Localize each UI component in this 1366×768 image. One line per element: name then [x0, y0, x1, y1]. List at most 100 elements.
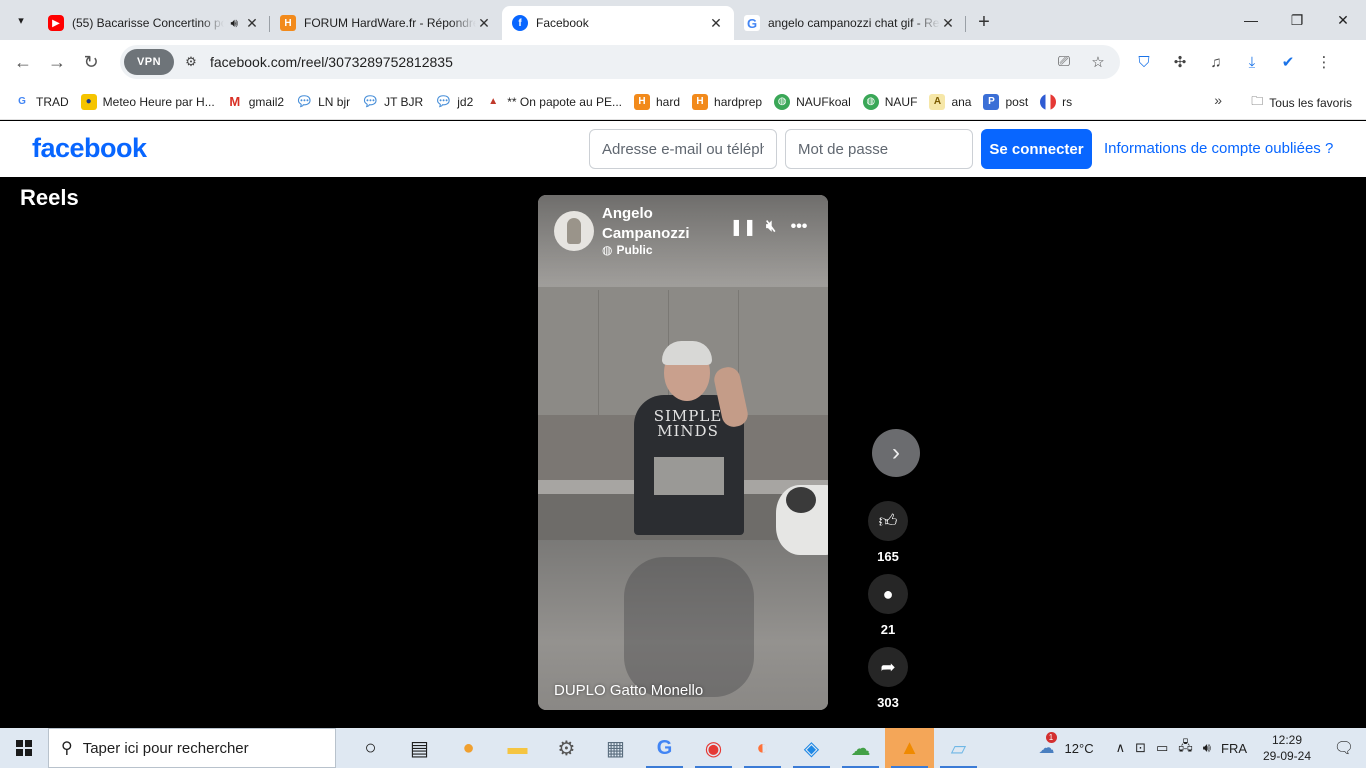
thumbs-up-icon[interactable]: 👍︎ — [868, 501, 908, 541]
bookmark-item[interactable]: Aana — [925, 88, 979, 116]
reel-caption[interactable]: DUPLO Gatto Monello — [554, 682, 703, 699]
like-action: 👍︎ 165 — [868, 501, 908, 564]
weather-cloud-icon[interactable]: ☁ 1 — [1034, 732, 1060, 758]
taskbar-app-button[interactable]: ▦ — [591, 728, 640, 768]
taskbar-app-button[interactable]: G — [640, 728, 689, 768]
taskbar-app-button[interactable]: ◈ — [787, 728, 836, 768]
chat-bubble-icon: 💬︎ — [295, 93, 313, 110]
bookmark-item[interactable]: ● Meteo Heure par H... — [77, 88, 223, 116]
site-info-icon[interactable]: ⚙ — [178, 49, 204, 75]
volume-icon[interactable]: 🔊︎ — [1198, 740, 1216, 756]
avatar[interactable] — [554, 211, 594, 251]
notification-icon[interactable]: 🗨︎ — [1322, 738, 1366, 758]
download-icon[interactable]: ⤓ — [1236, 46, 1268, 78]
reload-button[interactable]: ↻ — [74, 45, 108, 79]
bookmark-item[interactable]: G TRAD — [10, 88, 77, 116]
tab-search-button[interactable]: ▾ — [8, 7, 34, 33]
bookmark-item[interactable]: 💬︎ LN bjr — [292, 88, 358, 116]
taskbar-app-button[interactable]: ○ — [346, 728, 395, 768]
more-menu-icon[interactable]: ⋮ — [1308, 46, 1340, 78]
bookmark-item[interactable]: ◍ NAUF — [859, 88, 926, 116]
taskbar-app-button[interactable]: ▤ — [395, 728, 444, 768]
share-arrow-icon[interactable]: ➦ — [868, 647, 908, 687]
clock[interactable]: 12:29 29-09-24 — [1252, 732, 1322, 764]
taskbar-app-button[interactable]: ▬ — [493, 728, 542, 768]
windows-logo-icon — [16, 740, 32, 756]
taskbar-app-button[interactable]: ● — [444, 728, 493, 768]
media-control-icon[interactable]: ♫ — [1200, 46, 1232, 78]
hardware-icon: H — [634, 93, 650, 110]
taskbar-app-button[interactable]: ☁ — [836, 728, 885, 768]
address-bar[interactable]: VPN ⚙ facebook.com/reel/3073289752812835… — [120, 45, 1120, 79]
start-button[interactable] — [0, 728, 48, 768]
next-reel-button[interactable]: › — [872, 429, 920, 477]
bookmark-star-icon[interactable]: ☆ — [1086, 53, 1110, 71]
bookmark-item[interactable]: 💬︎ JT BJR — [358, 88, 431, 116]
taskbar-apps: ○ ▤ ● ▬ ⚙ ▦ G ◉ ◐ ◈ ☁ ▲ ▱ — [346, 728, 983, 768]
battery-icon[interactable]: ▭ — [1151, 740, 1173, 756]
chat-bubble-icon: 💬︎ — [361, 93, 379, 110]
bookmark-label: ** On papote au PE... — [507, 94, 622, 109]
muted-speaker-icon[interactable]: 🔇︎ — [759, 215, 783, 239]
close-window-button[interactable]: ✕ — [1320, 0, 1366, 40]
pause-icon[interactable]: ❚❚ — [730, 215, 757, 239]
taskbar-app-button[interactable]: ◐ — [738, 728, 787, 768]
password-field[interactable] — [785, 129, 973, 169]
bookmark-item[interactable]: Hhardprep — [688, 88, 770, 116]
speaker-icon[interactable]: 🔊︎ — [230, 16, 238, 31]
vpn-badge[interactable]: VPN — [124, 49, 174, 75]
restore-button[interactable]: ❐ — [1274, 0, 1320, 40]
puzzle-extensions-icon[interactable]: ✣ — [1164, 46, 1196, 78]
url-text[interactable]: facebook.com/reel/3073289752812835 — [210, 54, 1052, 70]
install-app-icon[interactable]: ⎚ — [1052, 53, 1076, 71]
tab-title: (55) Bacarisse Concertino pour trompette — [72, 16, 225, 30]
forgot-account-link[interactable]: Informations de compte oubliées ? — [1104, 140, 1333, 157]
taskbar-search-box[interactable]: ⚲ Taper ici pour rechercher — [48, 728, 336, 768]
tab-youtube[interactable]: ▶ (55) Bacarisse Concertino pour trompet… — [38, 6, 270, 40]
tab-google-search[interactable]: G angelo campanozzi chat gif - Recherche… — [734, 6, 966, 40]
taskbar-app-button[interactable]: ▱ — [934, 728, 983, 768]
back-button[interactable]: ← — [6, 45, 40, 79]
privacy-text: Public — [616, 243, 653, 257]
bookmark-label: hard — [656, 94, 681, 109]
security-check-icon[interactable]: ✔ — [1272, 46, 1304, 78]
close-tab-icon[interactable]: ✕ — [476, 15, 492, 31]
tab-facebook[interactable]: f Facebook ✕ — [502, 6, 734, 40]
taskbar-app-button[interactable]: ◉ — [689, 728, 738, 768]
more-options-icon[interactable]: ••• — [787, 215, 811, 239]
bookmark-item[interactable]: Hhard — [630, 88, 688, 116]
chevron-up-icon[interactable]: ∧ — [1111, 740, 1131, 756]
bookmark-label: NAUFkoal — [796, 94, 851, 109]
gmail-icon: M — [226, 93, 243, 110]
reel-video[interactable]: SIMPLE MINDS Angelo Campanozzi ◍ Public ❚… — [538, 195, 828, 710]
facebook-logo[interactable]: facebook — [32, 133, 147, 164]
minimize-button[interactable]: — — [1228, 0, 1274, 40]
all-bookmarks-button[interactable]: 🗀︎ Tous les favoris — [1251, 92, 1352, 113]
bookmark-item[interactable]: 💬︎ jd2 — [431, 88, 481, 116]
close-tab-icon[interactable]: ✕ — [244, 15, 260, 31]
email-field[interactable] — [589, 129, 777, 169]
language-indicator[interactable]: FRA — [1216, 741, 1252, 756]
forward-button[interactable]: → — [40, 45, 74, 79]
bookmark-item[interactable]: Mgmail2 — [223, 88, 292, 116]
facebook-header: facebook Se connecter Informations de co… — [0, 121, 1366, 177]
comment-bubble-icon[interactable]: ● — [868, 574, 908, 614]
tab-hardware-forum[interactable]: H FORUM HardWare.fr - Répondre ✕ — [270, 6, 502, 40]
close-tab-icon[interactable]: ✕ — [940, 15, 956, 31]
bookmark-item[interactable]: rs — [1036, 88, 1080, 116]
arrow-left-icon: ← — [14, 51, 32, 72]
network-icon[interactable]: 🖧︎ — [1173, 737, 1198, 759]
author-name[interactable]: Angelo Campanozzi — [602, 204, 712, 244]
bookmark-item[interactable]: ◍ NAUFkoal — [770, 88, 859, 116]
meeting-icon[interactable]: ⊡ — [1130, 740, 1151, 756]
bookmark-item[interactable]: Ppost — [979, 88, 1036, 116]
shield-extension-icon[interactable]: ⛉ — [1128, 46, 1160, 78]
new-tab-button[interactable]: + — [970, 8, 998, 36]
chevron-double-right-icon[interactable]: » — [1214, 92, 1222, 108]
bookmark-item[interactable]: ▲ ** On papote au PE... — [481, 88, 630, 116]
taskbar-app-button[interactable]: ▲ — [885, 728, 934, 768]
taskbar-app-button[interactable]: ⚙ — [542, 728, 591, 768]
login-button[interactable]: Se connecter — [981, 129, 1092, 169]
close-tab-icon[interactable]: ✕ — [708, 15, 724, 31]
weather-temperature[interactable]: 12°C — [1060, 741, 1099, 756]
